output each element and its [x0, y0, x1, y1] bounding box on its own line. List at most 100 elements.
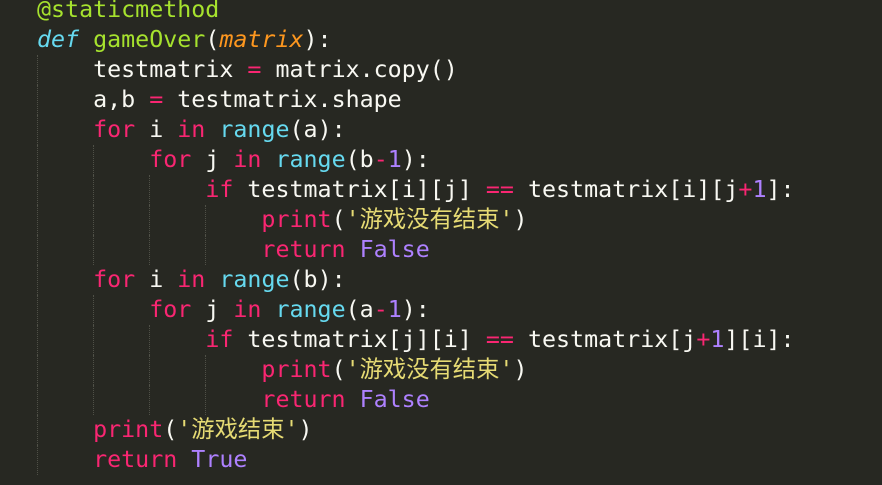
indent-guide — [37, 385, 38, 415]
code-line: for j in range(b-1): — [0, 145, 882, 175]
identifier: testmatrix — [527, 176, 669, 203]
code-line: if testmatrix[j][i] == testmatrix[j+1][i… — [0, 325, 882, 355]
keyword-return: return — [93, 446, 178, 473]
identifier: testmatrix — [527, 326, 669, 353]
indent-guide — [37, 55, 38, 85]
parameter: matrix — [219, 26, 304, 53]
constant-false: False — [359, 386, 430, 413]
indent-guide — [93, 295, 94, 325]
identifier: j — [205, 146, 220, 173]
number: 1 — [752, 176, 767, 203]
builtin-range: range — [219, 116, 290, 143]
builtin-range: range — [219, 266, 290, 293]
identifier: testmatrix — [93, 56, 234, 83]
code-line: print('游戏没有结束') — [0, 205, 882, 235]
operator-assign: = — [149, 86, 164, 113]
code-line: return False — [0, 235, 882, 265]
indent-guide — [37, 445, 38, 475]
code-line: print('游戏没有结束') — [0, 355, 882, 385]
builtin-print: print — [261, 206, 332, 233]
indent-guide — [37, 295, 38, 325]
keyword-in: in — [177, 116, 206, 143]
keyword-return: return — [261, 236, 346, 263]
indent-guide — [205, 235, 206, 265]
indent-guide — [37, 205, 38, 235]
identifier: testmatrix — [247, 326, 388, 353]
indent-guide — [37, 85, 38, 115]
indent-guide — [149, 325, 150, 355]
identifier: i — [682, 176, 697, 203]
indent-guide — [93, 205, 94, 235]
keyword-in: in — [233, 146, 262, 173]
identifier: j — [682, 326, 697, 353]
decorator: @staticmethod — [37, 0, 220, 23]
indent-guide — [37, 325, 38, 355]
indent-guide — [93, 325, 94, 355]
keyword-for: for — [93, 266, 136, 293]
identifier: a,b — [93, 86, 136, 113]
keyword-def: def — [37, 26, 80, 53]
keyword-return: return — [261, 386, 346, 413]
operator-plus: + — [738, 176, 753, 203]
identifier: i — [752, 326, 767, 353]
identifier: b — [303, 266, 318, 293]
function-name: gameOver — [93, 26, 206, 53]
code-line: print('游戏结束') — [0, 415, 882, 445]
operator-minus: - — [373, 296, 388, 323]
identifier: i — [149, 266, 164, 293]
builtin-range: range — [275, 146, 346, 173]
code-line: return False — [0, 385, 882, 415]
code-line: for j in range(a-1): — [0, 295, 882, 325]
indent-guide — [149, 205, 150, 235]
indent-guide — [93, 175, 94, 205]
identifier: j — [401, 326, 416, 353]
indent-guide — [37, 265, 38, 295]
code-line: testmatrix = matrix.copy() — [0, 55, 882, 85]
code-editor[interactable]: @staticmethod def gameOver(matrix): test… — [0, 0, 882, 485]
indent-guide — [149, 385, 150, 415]
operator-minus: - — [373, 146, 388, 173]
string-literal: '游戏没有结束' — [345, 206, 514, 233]
code-line: return True — [0, 445, 882, 475]
keyword-for: for — [149, 146, 192, 173]
indent-guide — [149, 355, 150, 385]
expression: matrix.copy() — [275, 56, 458, 83]
keyword-in: in — [233, 296, 262, 323]
indent-guide — [37, 235, 38, 265]
indent-guide — [149, 175, 150, 205]
builtin-range: range — [275, 296, 346, 323]
indent-guide — [37, 145, 38, 175]
indent-guide — [37, 355, 38, 385]
keyword-for: for — [93, 116, 136, 143]
indent-guide — [37, 415, 38, 445]
keyword-if: if — [205, 326, 234, 353]
code-line: if testmatrix[i][j] == testmatrix[i][j+1… — [0, 175, 882, 205]
identifier: j — [724, 176, 739, 203]
identifier: i — [401, 176, 416, 203]
indent-guide — [37, 175, 38, 205]
keyword-if: if — [205, 176, 234, 203]
indent-guide — [205, 205, 206, 235]
number: 1 — [710, 326, 725, 353]
indent-guide — [93, 385, 94, 415]
keyword-for: for — [149, 296, 192, 323]
identifier: testmatrix — [247, 176, 388, 203]
constant-true: True — [191, 446, 248, 473]
code-line: @staticmethod — [0, 0, 882, 25]
indent-guide — [149, 235, 150, 265]
builtin-print: print — [93, 416, 164, 443]
string-literal: '游戏没有结束' — [345, 356, 514, 383]
operator-eq: == — [485, 326, 514, 353]
operator-eq: == — [485, 176, 514, 203]
number: 1 — [387, 146, 402, 173]
indent-guide — [93, 235, 94, 265]
identifier: j — [443, 176, 458, 203]
identifier: a — [359, 296, 374, 323]
code-line: def gameOver(matrix): — [37, 26, 332, 53]
operator-plus: + — [696, 326, 711, 353]
string-literal: '游戏结束' — [177, 416, 299, 443]
identifier: b — [359, 146, 374, 173]
operator-assign: = — [247, 56, 262, 83]
builtin-print: print — [261, 356, 332, 383]
constant-false: False — [359, 236, 430, 263]
